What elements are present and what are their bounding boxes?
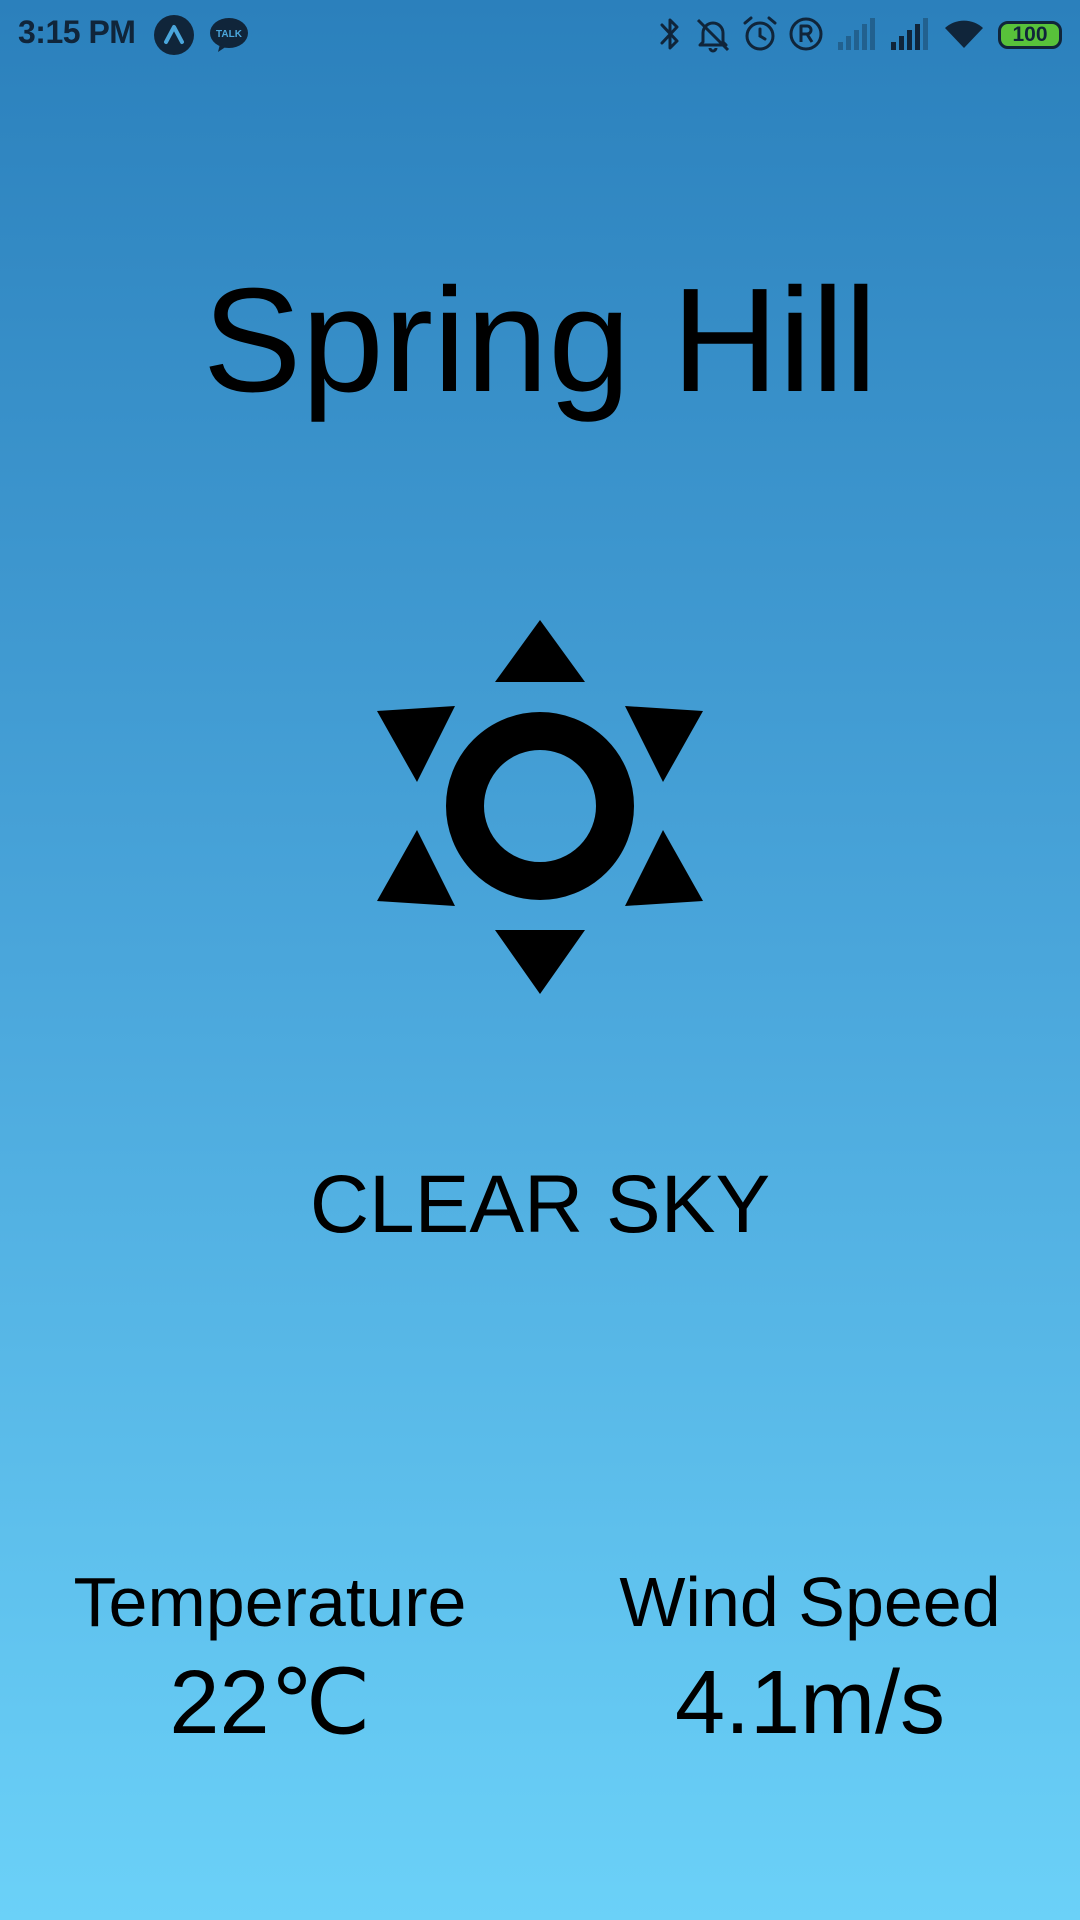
temperature-label: Temperature	[73, 1563, 467, 1641]
wind-speed-block: Wind Speed 4.1m/s	[580, 1560, 1040, 1758]
svg-text:TALK: TALK	[216, 29, 243, 40]
notification-a-icon	[154, 15, 194, 55]
battery-level: 100	[1012, 23, 1048, 46]
city-name: Spring Hill	[202, 258, 878, 423]
status-time: 3:15 PM	[18, 14, 136, 50]
temperature-value: 22℃	[169, 1653, 371, 1753]
mute-icon	[696, 18, 730, 53]
bluetooth-icon	[660, 18, 679, 50]
battery-icon: 100	[998, 21, 1062, 49]
wifi-icon	[945, 20, 983, 48]
wind-speed-value: 4.1m/s	[674, 1653, 946, 1753]
signal-icon	[838, 18, 875, 50]
registered-icon	[789, 17, 823, 51]
weather-icon-container	[360, 610, 720, 1010]
sun-icon	[377, 620, 703, 994]
wind-speed-label: Wind Speed	[619, 1563, 1001, 1641]
alarm-icon	[743, 16, 777, 51]
status-bar: 3:15 PM TALK 100	[0, 0, 1080, 72]
temperature-block: Temperature 22℃	[40, 1560, 500, 1758]
weather-description: CLEAR SKY	[309, 1159, 771, 1250]
kakaotalk-icon: TALK	[210, 18, 248, 52]
signal-icon	[891, 18, 928, 50]
